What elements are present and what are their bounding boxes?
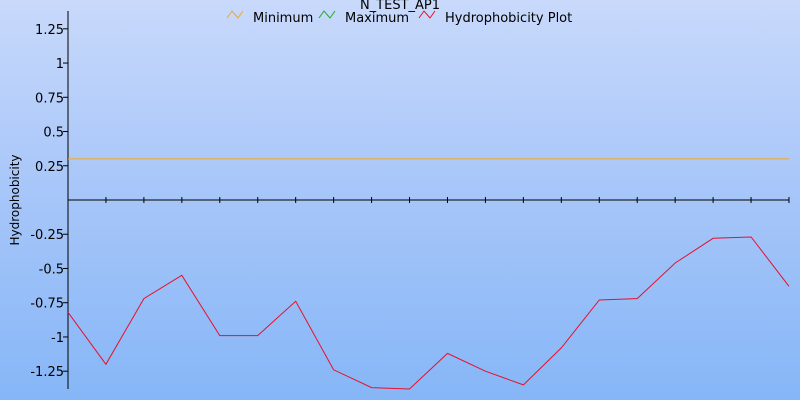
y-tick-label: -1 — [51, 331, 64, 346]
series-line-hydrophobicity-plot — [67, 236, 790, 390]
y-tick-label: 0.75 — [35, 91, 64, 106]
y-tick-label: -1.25 — [30, 365, 64, 380]
y-tick-label: 1 — [56, 57, 64, 72]
legend: Minimum Maximum Hydrophobicity Plot — [226, 10, 572, 26]
legend-item: Minimum — [226, 10, 313, 26]
legend-label: Minimum — [253, 11, 313, 26]
hydrophobicity-chart: N_TEST_AP1 Minimum Maximum Hydrophobicity … — [8, 0, 790, 390]
y-axis: 1.25 1 0.75 0.5 0.25 -0.25 -0.5 -0.75 -1 -1.25 — [30, 11, 69, 389]
legend-label: Maximum — [345, 11, 409, 26]
series-group — [67, 158, 790, 390]
y-axis-title: Hydrophobicity — [8, 154, 22, 245]
legend-label: Hydrophobicity Plot — [445, 11, 572, 26]
legend-item: Maximum — [318, 10, 409, 26]
y-tick-label: -0.75 — [30, 297, 64, 312]
y-tick-label: 1.25 — [35, 23, 64, 38]
legend-item: Hydrophobicity Plot — [418, 10, 572, 26]
y-tick-label: 0.25 — [35, 160, 64, 175]
y-tick-label: -0.5 — [39, 262, 64, 277]
legend-swatch — [318, 10, 336, 19]
x-axis — [67, 197, 790, 203]
y-tick-label: -0.25 — [30, 228, 64, 243]
y-tick-label: 0.5 — [43, 126, 64, 141]
legend-swatch — [226, 10, 244, 19]
